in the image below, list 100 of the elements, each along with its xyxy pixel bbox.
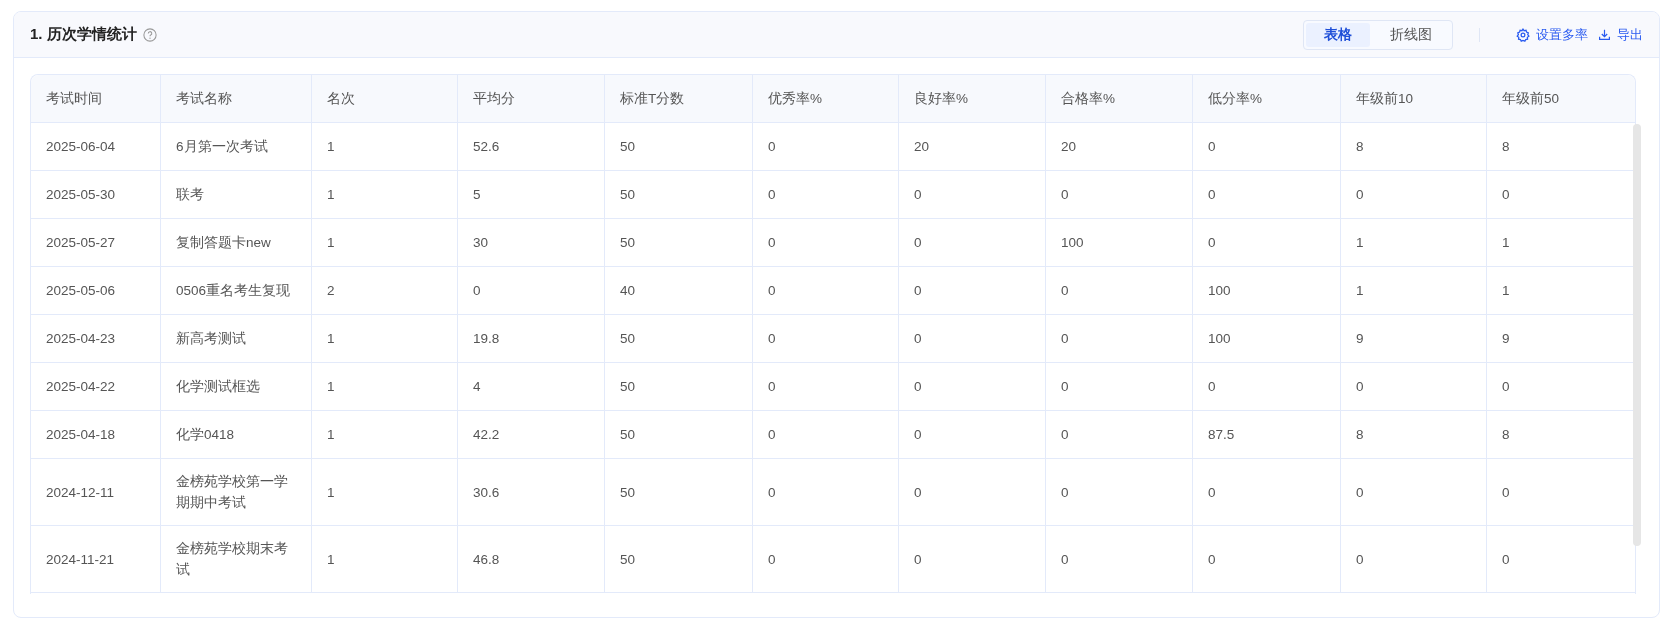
table-cell: 1: [1341, 219, 1487, 266]
table-cell: 0: [1193, 123, 1341, 170]
table-cell-text: 8: [1501, 138, 1511, 156]
table-cell: 0: [1193, 363, 1341, 410]
column-header: 标准T分数: [605, 75, 753, 122]
export-button[interactable]: 导出: [1598, 25, 1643, 44]
table-cell: 4: [458, 363, 605, 410]
table-cell: 2025-05-27: [31, 219, 161, 266]
scrollbar[interactable]: [1633, 124, 1641, 546]
table-cell: 0: [899, 526, 1046, 592]
table-cell: 金榜苑学校第一学期期中考试: [161, 459, 312, 525]
table-cell: 化学测试框选: [161, 363, 312, 410]
download-icon: [1598, 28, 1611, 41]
table-cell: 52.6: [458, 123, 605, 170]
column-header: 年级前10: [1341, 75, 1487, 122]
table-cell: 42.2: [458, 411, 605, 458]
table-cell: 50: [605, 526, 753, 592]
table-cell: 87.5: [1193, 411, 1341, 458]
table-cell: 2025-06-04: [31, 123, 161, 170]
table-cell: 5: [458, 171, 605, 218]
table-cell: 1: [312, 363, 458, 410]
table-cell: 0: [753, 171, 899, 218]
table-cell: 0: [1046, 267, 1193, 314]
table-cell: 6月第一次考试: [161, 123, 312, 170]
table-cell: 2025-05-30: [31, 171, 161, 218]
column-header: 低分率%: [1193, 75, 1341, 122]
table-cell: 0: [1046, 526, 1193, 592]
table-cell: 50: [605, 219, 753, 266]
column-header: 优秀率%: [753, 75, 899, 122]
table-cell: 20: [1046, 123, 1193, 170]
table-cell: 1: [312, 526, 458, 592]
table-cell: 2025-04-18: [31, 411, 161, 458]
view-tab[interactable]: 表格: [1306, 22, 1370, 47]
table-cell: 0: [753, 219, 899, 266]
table-cell: 8: [1341, 411, 1487, 458]
table-cell: 100: [1193, 315, 1341, 362]
table-cell: 30.6: [458, 459, 605, 525]
table-cell: 0: [1193, 219, 1341, 266]
table-cell: 1: [312, 411, 458, 458]
section-title: 1. 历次学情统计: [30, 25, 137, 44]
table-cell: 2024-12-11: [31, 459, 161, 525]
table-cell: 新高考测试: [161, 315, 312, 362]
column-header: 年级前50: [1501, 90, 1561, 108]
table-cell: 2025-04-23: [31, 315, 161, 362]
table-cell: 0: [1046, 315, 1193, 362]
table-cell: 0: [899, 459, 1046, 525]
table-cell: 0: [753, 363, 899, 410]
table-cell-text: 0: [1501, 550, 1511, 569]
table-cell: 20: [899, 123, 1046, 170]
table-cell: 0: [899, 267, 1046, 314]
table-cell: 复制答题卡new: [161, 219, 312, 266]
table-cell: 0: [1193, 171, 1341, 218]
table-cell: 1: [1341, 267, 1487, 314]
table-cell: 1: [312, 459, 458, 525]
table-cell: 0: [1341, 171, 1487, 218]
table-cell: 1: [312, 315, 458, 362]
table-cell: 0: [1046, 459, 1193, 525]
table-cell: 1: [312, 219, 458, 266]
view-tab[interactable]: 折线图: [1372, 22, 1450, 47]
table-cell: 0: [1046, 411, 1193, 458]
table-cell: 2: [312, 267, 458, 314]
table-cell: 金榜苑学校期末考试: [161, 526, 312, 592]
table-cell: 0506重名考生复现: [161, 267, 312, 314]
settings-button[interactable]: 设置多率: [1516, 25, 1588, 44]
table-cell: 0: [753, 267, 899, 314]
table-cell: 0: [1341, 459, 1487, 525]
column-header: 良好率%: [899, 75, 1046, 122]
table-cell-text: 9: [1501, 330, 1511, 348]
table-cell: 0: [753, 411, 899, 458]
table-cell-text: 1: [1501, 282, 1511, 300]
table-cell: 30: [458, 219, 605, 266]
table-cell: 19.8: [458, 315, 605, 362]
table-cell: 0: [899, 219, 1046, 266]
table-cell: 50: [605, 123, 753, 170]
table-cell: 50: [605, 171, 753, 218]
table-cell: 0: [1341, 526, 1487, 592]
table-cell: 0: [753, 459, 899, 525]
table-cell: 2025-05-06: [31, 267, 161, 314]
table-cell: 0: [1046, 171, 1193, 218]
table-cell: 50: [605, 459, 753, 525]
table-cell: 100: [1193, 267, 1341, 314]
column-header: 考试名称: [161, 75, 312, 122]
table-cell: 0: [1046, 363, 1193, 410]
table-cell-text: 0: [1501, 483, 1511, 502]
table-cell: 0: [1193, 459, 1341, 525]
settings-icon: [1516, 27, 1530, 42]
table-cell: 联考: [161, 171, 312, 218]
table-cell: 50: [605, 411, 753, 458]
table-cell: 0: [753, 526, 899, 592]
table-cell: 0: [899, 171, 1046, 218]
table-cell: 1: [312, 123, 458, 170]
table-cell: 0: [753, 315, 899, 362]
table-cell: 0: [1341, 363, 1487, 410]
table-cell-text: 1: [1501, 234, 1511, 252]
column-header: 合格率%: [1046, 75, 1193, 122]
column-header: 考试时间: [31, 75, 161, 122]
table-cell: 0: [899, 411, 1046, 458]
table-cell: 2024-11-21: [31, 526, 161, 592]
help-icon[interactable]: [142, 27, 157, 42]
table-cell: 40: [605, 267, 753, 314]
